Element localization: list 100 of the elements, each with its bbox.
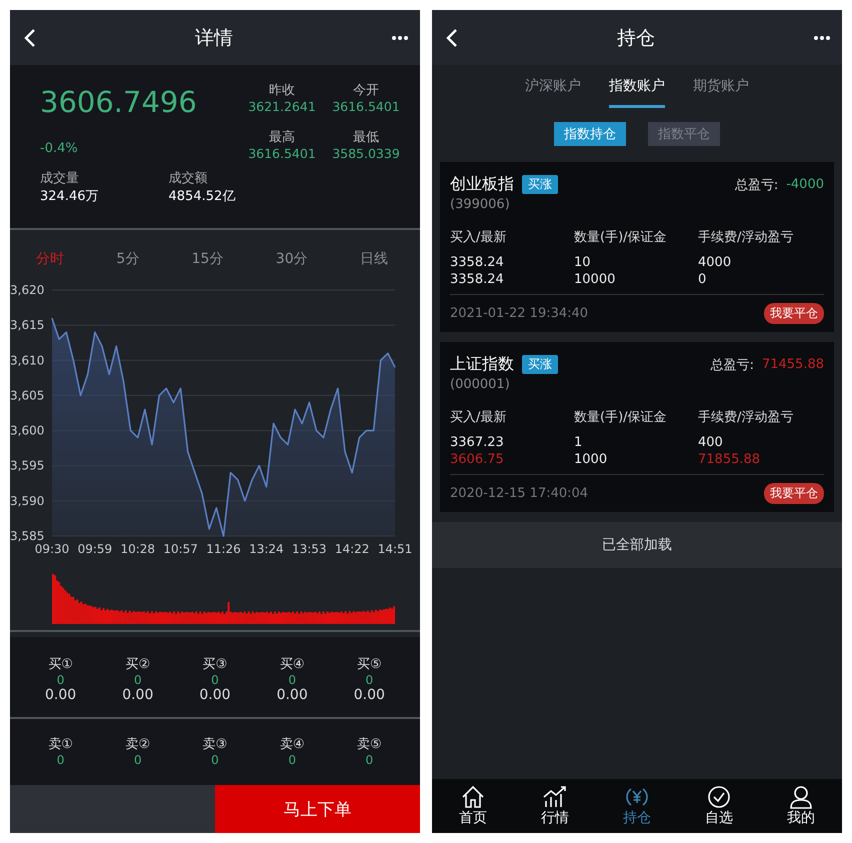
bid-volume: 0 — [288, 673, 296, 687]
back-icon[interactable] — [24, 28, 36, 48]
column-header: 买入/最新 — [450, 409, 508, 426]
bid-label: 买② — [125, 656, 150, 673]
table-cell-text: 3358.24 — [450, 254, 505, 271]
volume-value: 324.46万 — [40, 188, 98, 205]
close-position-button[interactable]: 我要平仓 — [764, 483, 824, 504]
table-cell-text: 3358.24 — [450, 271, 505, 288]
table-cell-text: 4000 — [698, 254, 732, 271]
index-code: (399006) — [450, 197, 511, 212]
axis-label: 14:22 — [334, 542, 370, 556]
index-name: 上证指数 — [450, 354, 514, 375]
ask-label: 卖③ — [202, 736, 228, 753]
period-tab[interactable]: 5分 — [116, 250, 140, 268]
direction-tag: 买涨 — [522, 355, 558, 374]
nav-item[interactable]: 行情 — [541, 785, 569, 827]
axis-label: 3,610 — [10, 353, 44, 368]
account-tab[interactable]: 指数账户 — [609, 77, 665, 108]
table-cell-text: 71855.88 — [698, 451, 762, 468]
stat-value: 3585.0339 — [332, 146, 400, 161]
volume-label: 成交额 — [168, 170, 208, 187]
index-price: 3606.7496 — [40, 85, 198, 119]
axis-label: 3,590 — [10, 494, 44, 508]
ask-volume: 0 — [134, 753, 142, 767]
volume-value: 4854.52亿 — [168, 188, 236, 205]
bid-price: 0.00 — [354, 687, 385, 703]
load-status-text: 已全部加载 — [602, 536, 672, 554]
period-tab[interactable]: 日线 — [360, 250, 388, 268]
total-pnl-label: 总盈亏: — [710, 356, 754, 374]
bid-label: 买③ — [202, 656, 228, 673]
place-order-button[interactable]: 马上下单 — [215, 785, 420, 833]
axis-label: 10:28 — [120, 542, 156, 556]
bid-price: 0.00 — [276, 687, 308, 703]
ask-label: 卖⑤ — [357, 736, 382, 753]
account-tab[interactable]: 沪深账户 — [525, 77, 581, 108]
timestamp: 2020-12-15 17:40:04 — [450, 486, 588, 501]
index-code: (000001) — [450, 377, 511, 392]
period-tab[interactable]: 15分 — [192, 250, 224, 268]
column-header: 买入/最新 — [450, 229, 508, 246]
column-header: 手续费/浮动盈亏 — [698, 409, 794, 426]
axis-label: 3,595 — [10, 458, 44, 473]
bid-volume: 0 — [366, 673, 374, 687]
table-cell-text: 1 — [574, 434, 584, 451]
nav-item[interactable]: 我的 — [787, 785, 815, 827]
nav-item[interactable]: 自选 — [705, 785, 733, 827]
bid-price: 0.00 — [122, 687, 154, 703]
timestamp: 2021-01-22 19:34:40 — [450, 306, 588, 321]
stat-value: 3621.2641 — [248, 99, 316, 114]
axis-label: 3,605 — [10, 388, 44, 402]
column-header: 数量(手)/保证金 — [574, 409, 668, 426]
bar-chart-icon — [542, 785, 568, 809]
bid-label: 买① — [48, 656, 73, 673]
close-position-button[interactable]: 我要平仓 — [764, 303, 824, 324]
more-icon[interactable] — [814, 36, 830, 40]
ask-volume: 0 — [366, 753, 374, 767]
volume-label: 成交量 — [40, 170, 80, 187]
axis-label: 09:30 — [34, 542, 70, 556]
back-icon[interactable] — [446, 28, 458, 48]
bid-price: 0.00 — [45, 687, 76, 703]
column-header: 数量(手)/保证金 — [574, 229, 668, 246]
mode-toggle[interactable]: 指数平仓 — [648, 122, 720, 146]
table-cell-text: 400 — [698, 434, 724, 451]
screen-title: 持仓 — [617, 26, 655, 50]
stat-label: 最低 — [353, 129, 379, 146]
total-pnl-value: -4000 — [786, 177, 824, 192]
nav-item[interactable]: 持仓 — [623, 785, 651, 827]
index-name: 创业板指 — [450, 174, 514, 195]
table-cell-text: 3606.75 — [450, 451, 505, 468]
bid-volume: 0 — [211, 673, 219, 687]
home-icon — [461, 785, 485, 809]
table-cell-text: 0 — [698, 271, 708, 288]
direction-tag: 买涨 — [522, 175, 558, 194]
bid-volume: 0 — [134, 673, 142, 687]
stat-label: 今开 — [353, 82, 379, 99]
axis-label: 3,615 — [10, 318, 44, 332]
mode-toggle[interactable]: 指数持仓 — [554, 122, 626, 146]
axis-label: 09:59 — [78, 542, 112, 556]
ask-volume: 0 — [56, 753, 64, 767]
table-cell-text: 3367.23 — [450, 434, 505, 451]
bid-volume: 0 — [56, 673, 64, 687]
axis-label: 14:51 — [378, 542, 412, 556]
period-tab[interactable]: 30分 — [276, 250, 308, 268]
stat-value: 3616.5401 — [332, 99, 400, 114]
axis-label: 3,620 — [10, 283, 44, 297]
ask-volume: 0 — [211, 753, 219, 767]
more-icon[interactable] — [392, 36, 408, 40]
axis-label: 11:26 — [206, 542, 241, 556]
bid-price: 0.00 — [199, 687, 231, 703]
total-pnl-label: 总盈亏: — [734, 176, 778, 194]
account-tab[interactable]: 期货账户 — [693, 77, 749, 108]
period-tab[interactable]: 分时 — [36, 250, 64, 268]
stat-label: 昨收 — [269, 82, 295, 99]
ask-volume: 0 — [288, 753, 296, 767]
ask-label: 卖② — [125, 736, 150, 753]
ask-label: 卖① — [48, 736, 73, 753]
column-header: 手续费/浮动盈亏 — [698, 229, 794, 246]
axis-label: 13:53 — [292, 542, 327, 556]
nav-item[interactable]: 首页 — [459, 785, 487, 827]
axis-label: 10:57 — [163, 542, 198, 556]
ask-label: 卖④ — [280, 736, 304, 753]
